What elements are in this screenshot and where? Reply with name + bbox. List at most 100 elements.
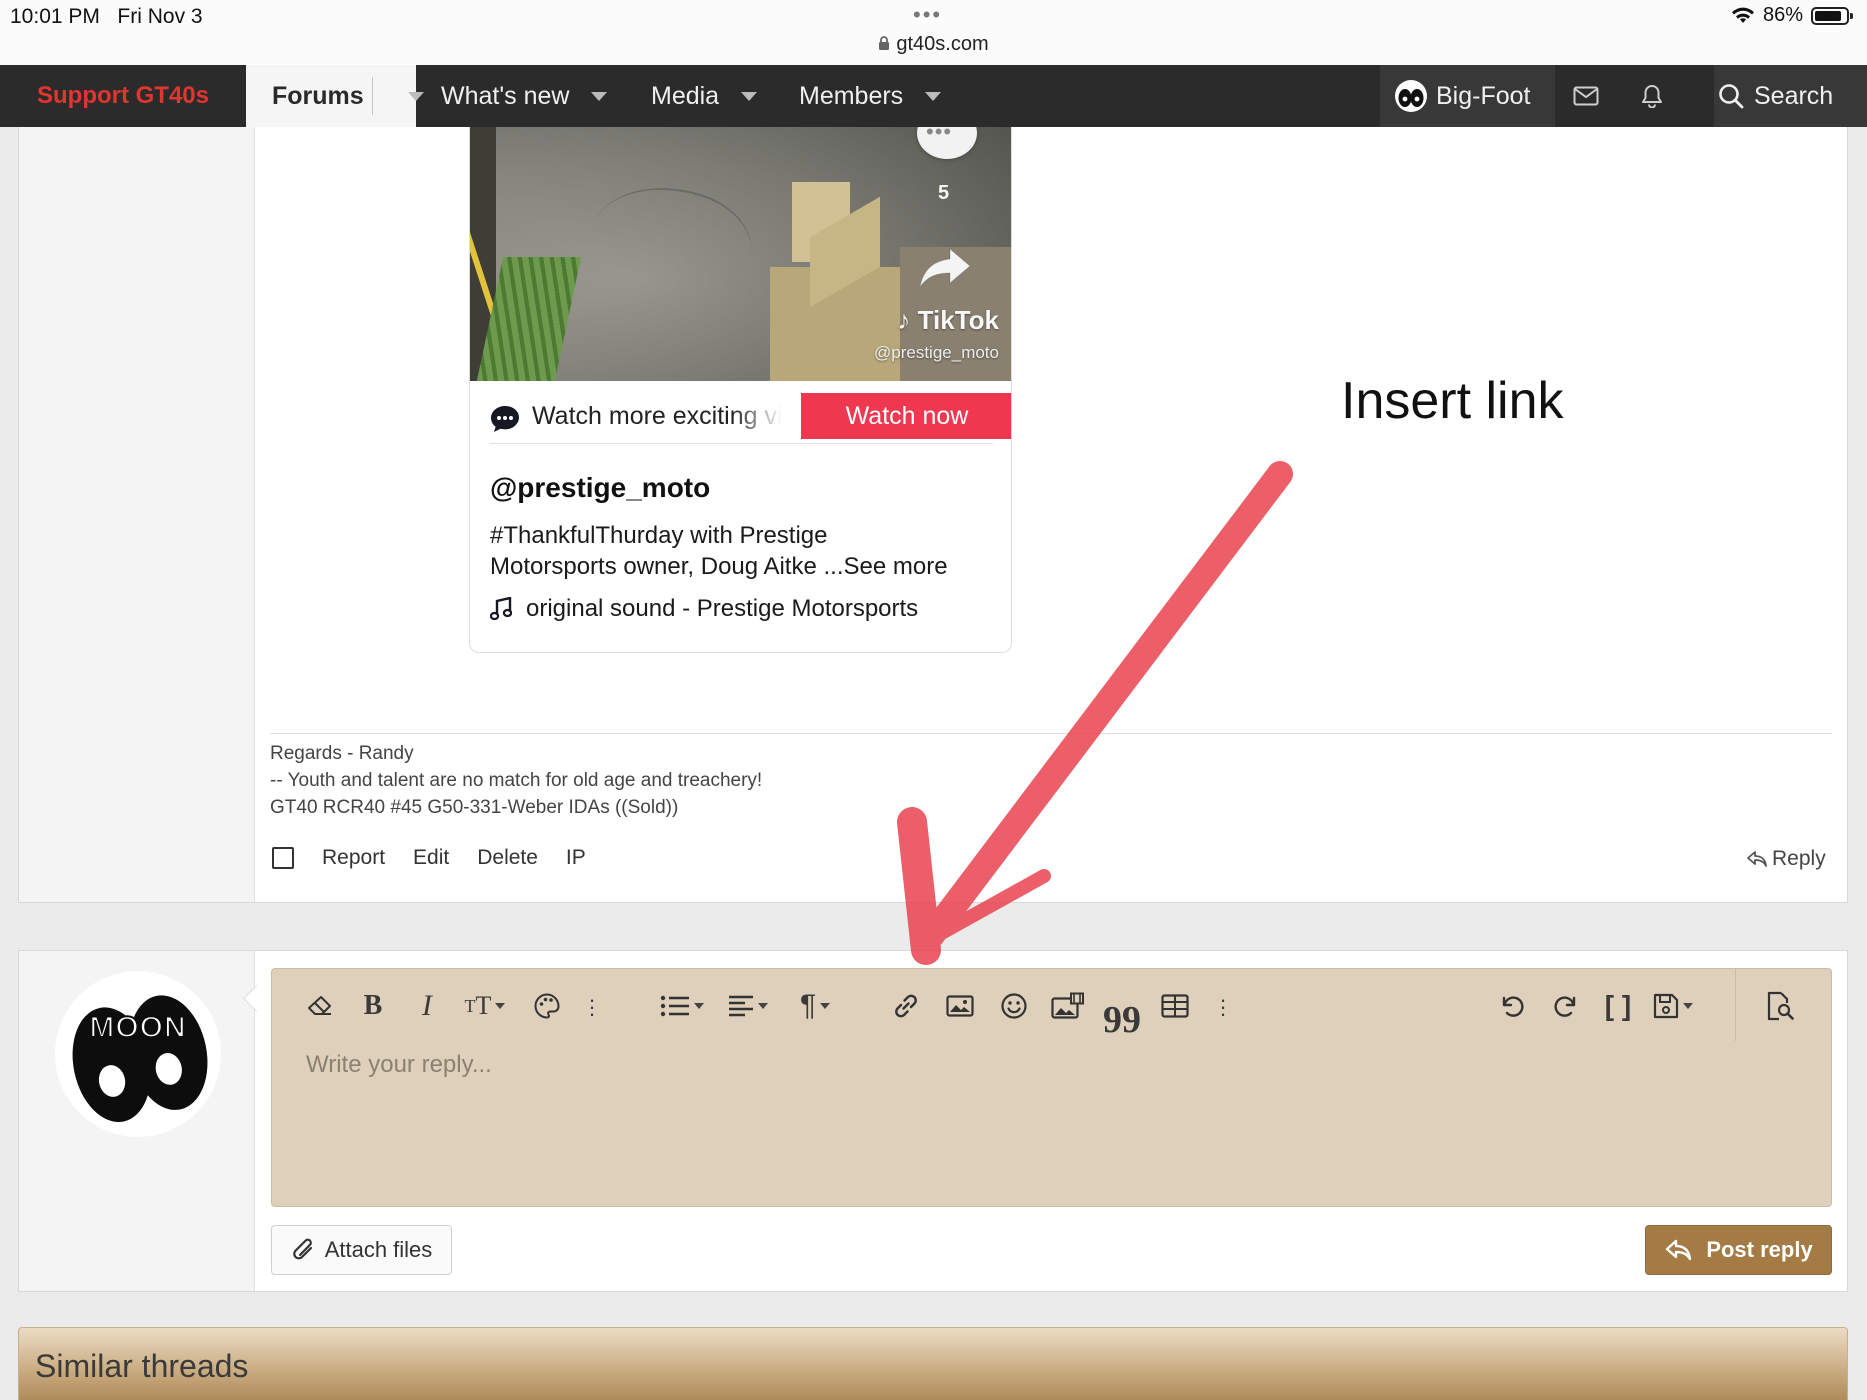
watch-now-button[interactable]: Watch now xyxy=(801,393,1011,439)
nav-media[interactable]: Media xyxy=(651,65,758,127)
chevron-down-icon[interactable] xyxy=(741,91,758,101)
nav-support-gt40s[interactable]: Support GT40s xyxy=(0,65,246,127)
avatar[interactable]: MOON xyxy=(55,971,221,1137)
signature-divider xyxy=(270,733,1832,734)
annotation-label: Insert link xyxy=(1341,372,1564,430)
signature-line: Regards - Randy xyxy=(270,743,414,764)
quote-icon[interactable]: 99 xyxy=(1103,989,1141,1041)
link-icon[interactable] xyxy=(889,989,923,1023)
attach-files-label: Attach files xyxy=(324,1237,433,1262)
status-time: 10:01 PM Fri Nov 3 xyxy=(10,5,203,28)
music-note-icon xyxy=(490,597,512,621)
paragraph-icon[interactable]: ¶ xyxy=(792,989,838,1023)
undo-icon[interactable] xyxy=(1494,989,1530,1023)
url-text: gt40s.com xyxy=(896,33,989,55)
paperclip-icon xyxy=(292,1238,312,1260)
palette-icon[interactable] xyxy=(530,989,564,1023)
description-line[interactable]: Motorsports owner, Doug Aitke ...See mor… xyxy=(490,551,995,582)
nav-alerts[interactable] xyxy=(1641,65,1663,127)
drafts-icon[interactable] xyxy=(1648,989,1698,1023)
video-overlay-handle: @prestige_moto xyxy=(874,343,999,362)
site-nav: Support GT40s Forums What's new Media Me… xyxy=(0,65,1867,127)
editor-toolbar: B I TT · · · ¶ 99 · · · [ ] xyxy=(272,969,1831,1041)
toolbar-divider xyxy=(1735,969,1736,1041)
nav-username: Big-Foot xyxy=(1436,81,1531,110)
report-link[interactable]: Report xyxy=(322,846,385,870)
tiktok-video-thumbnail[interactable]: 5 ♪ TikTok @prestige_moto xyxy=(470,127,1011,381)
chevron-down-icon[interactable] xyxy=(925,91,942,101)
preview-icon[interactable] xyxy=(1762,989,1798,1023)
user-avatar-icon xyxy=(1395,80,1427,112)
nav-search[interactable]: Search xyxy=(1714,65,1867,127)
bell-icon xyxy=(1642,85,1662,108)
media-icon[interactable] xyxy=(1050,989,1086,1023)
eraser-icon[interactable] xyxy=(302,989,338,1023)
watch-more-text: Watch more exciting videos on TikTok xyxy=(532,402,782,430)
tiktok-description: #ThankfulThurday with Prestige Motorspor… xyxy=(490,520,995,582)
signature-line: -- Youth and talent are no match for old… xyxy=(270,770,763,791)
tiktok-username[interactable]: @prestige_moto xyxy=(490,472,710,504)
reply-textarea[interactable] xyxy=(292,1041,1812,1191)
smiley-icon[interactable] xyxy=(997,989,1031,1023)
list-icon[interactable] xyxy=(657,989,707,1023)
font-size-icon[interactable]: TT xyxy=(457,989,513,1023)
edit-link[interactable]: Edit xyxy=(413,846,449,870)
quick-reply: MOON B I TT · · · ¶ 99 · · · [ ] Write y… xyxy=(18,950,1848,1292)
comment-count: 5 xyxy=(938,182,950,204)
ip-link[interactable]: IP xyxy=(566,846,586,870)
nav-search-label: Search xyxy=(1754,81,1834,110)
browser-menu-dots[interactable]: ••• xyxy=(913,2,942,28)
post-action-bar: Report Edit Delete IP xyxy=(272,846,614,870)
delete-link[interactable]: Delete xyxy=(477,846,538,870)
reply-icon xyxy=(1666,1239,1692,1261)
search-icon xyxy=(1719,84,1744,109)
battery-icon xyxy=(1811,6,1853,25)
select-post-checkbox[interactable] xyxy=(272,847,294,869)
description-line: #ThankfulThurday with Prestige xyxy=(490,522,828,549)
italic-icon[interactable]: I xyxy=(412,989,442,1023)
more-icon[interactable]: · · · xyxy=(1213,988,1233,1024)
address-bar[interactable]: gt40s.com xyxy=(0,33,1867,56)
attach-files-button[interactable]: Attach files xyxy=(271,1225,452,1275)
nav-media-label: Media xyxy=(651,81,720,110)
battery-percent: 86% xyxy=(1762,4,1803,26)
nav-user-account[interactable]: Big-Foot xyxy=(1380,65,1555,127)
post-signature: Regards - Randy -- Youth and talent are … xyxy=(270,740,762,821)
share-arrow-icon[interactable] xyxy=(918,245,974,289)
nav-inbox[interactable] xyxy=(1573,65,1599,127)
table-icon[interactable] xyxy=(1158,989,1192,1023)
nav-members[interactable]: Members xyxy=(799,65,942,127)
bold-icon[interactable]: B xyxy=(358,989,388,1023)
signature-line: GT40 RCR40 #45 G50-331-Weber IDAs ((Sold… xyxy=(270,797,679,818)
post-reply-button[interactable]: Post reply xyxy=(1645,1225,1832,1275)
chat-icon xyxy=(491,406,519,432)
nav-forums-label: Forums xyxy=(272,81,364,110)
wifi-icon xyxy=(1731,7,1754,23)
sound-name: original sound - Prestige Motorsports xyxy=(526,595,919,622)
nav-forums[interactable]: Forums xyxy=(246,65,424,127)
tiktok-logo: ♪ TikTok xyxy=(897,305,999,335)
redo-icon[interactable] xyxy=(1548,989,1584,1023)
reply-link[interactable]: Reply xyxy=(1746,847,1826,871)
reply-editor: B I TT · · · ¶ 99 · · · [ ] xyxy=(271,968,1832,1207)
similar-threads-title: Similar threads xyxy=(35,1348,249,1384)
post-user-column xyxy=(19,127,255,902)
chevron-down-icon[interactable] xyxy=(408,92,424,101)
watch-more-row: Watch more exciting videos on TikTok Wat… xyxy=(490,393,1011,444)
status-indicators: 86% xyxy=(1731,4,1853,27)
bbcode-icon[interactable]: [ ] xyxy=(1600,989,1636,1023)
chevron-down-icon[interactable] xyxy=(591,91,608,101)
tiktok-sound[interactable]: original sound - Prestige Motorsports xyxy=(490,595,918,623)
reply-link-label: Reply xyxy=(1772,847,1826,870)
envelope-icon xyxy=(1573,86,1599,106)
comment-bubble-icon[interactable] xyxy=(917,127,977,159)
post-reply-label: Post reply xyxy=(1706,1237,1813,1262)
reply-icon xyxy=(1747,851,1767,867)
image-icon[interactable] xyxy=(943,989,977,1023)
align-icon[interactable] xyxy=(724,989,772,1023)
nav-whats-new-label: What's new xyxy=(441,81,570,110)
nav-members-label: Members xyxy=(799,81,904,110)
more-icon[interactable]: · · · xyxy=(582,988,602,1024)
nav-whats-new[interactable]: What's new xyxy=(441,65,608,127)
moon-logo-icon: MOON xyxy=(72,995,208,1122)
